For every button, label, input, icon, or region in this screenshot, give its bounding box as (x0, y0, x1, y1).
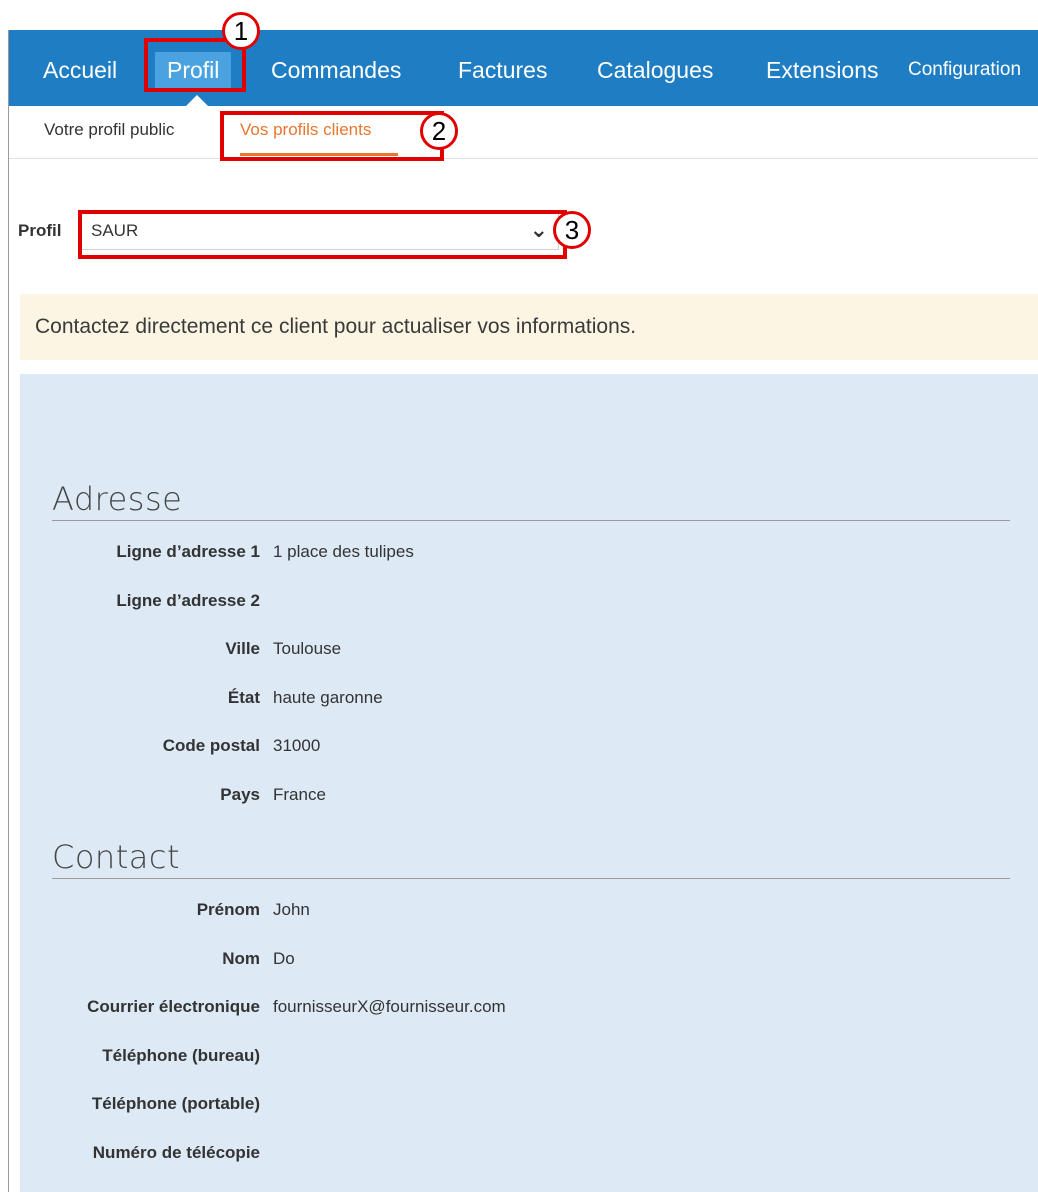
field-row: Nom Do (0, 949, 1018, 973)
field-row: Code postal 31000 (0, 736, 1018, 760)
field-value: France (273, 785, 326, 804)
field-label: Prénom (196, 900, 260, 919)
nav-tab-extensions[interactable]: Extensions (766, 30, 879, 106)
contact-section-divider (52, 878, 1010, 879)
field-row: Ligne d’adresse 1 1 place des tulipes (0, 542, 1018, 566)
field-label: Numéro de télécopie (92, 1143, 260, 1162)
field-label: Ligne d’adresse 2 (116, 590, 260, 610)
field-label: Téléphone (portable) (91, 1094, 260, 1114)
field-value: Toulouse (273, 639, 342, 659)
step-badge-3: 3 (553, 211, 591, 249)
highlight-profile-select (78, 210, 567, 259)
field-value: John (273, 900, 310, 919)
step-badge-1: 1 (222, 12, 260, 50)
field-row: Téléphone (portable) (0, 1094, 1018, 1118)
contact-section-title: Contact (52, 838, 180, 876)
field-label: Code postal (162, 736, 260, 756)
field-row: Courrier électronique fournisseurX@fourni… (0, 997, 1018, 1021)
profile-select-label: Profil (18, 221, 62, 240)
info-notice: Contactez directement ce client pour act… (20, 294, 1038, 360)
nav-tab-accueil[interactable]: Accueil (43, 30, 117, 106)
field-label: État (227, 687, 260, 707)
nav-tab-configuration[interactable]: Configuration (908, 30, 1021, 106)
field-label: Ville (225, 639, 260, 659)
field-value: 1 place des tulipes (273, 542, 414, 561)
field-value: haute garonne (273, 687, 383, 707)
step-badge-2: 2 (420, 112, 458, 150)
field-row: Ville Toulouse (0, 639, 1018, 663)
active-tab-caret (186, 95, 208, 106)
info-notice-text: Contactez directement ce client pour act… (35, 315, 637, 338)
field-label: Nom (222, 948, 260, 968)
field-row: Pays France (0, 785, 1018, 809)
field-row: Ligne d’adresse 2 (0, 591, 1018, 615)
address-section-title: Adresse (52, 480, 183, 518)
sub-nav: Votre profil public Vos profils clients (9, 106, 1038, 159)
address-section-divider (52, 520, 1010, 521)
nav-tab-factures[interactable]: Factures (458, 30, 547, 106)
nav-tab-catalogues[interactable]: Catalogues (597, 30, 713, 106)
field-row: État haute garonne (0, 688, 1018, 712)
field-label: Téléphone (bureau) (102, 1045, 260, 1065)
field-label: Courrier électronique (87, 997, 260, 1017)
field-label: Pays (220, 785, 260, 804)
highlight-client-profiles-tab (220, 111, 444, 161)
nav-tab-commandes[interactable]: Commandes (271, 30, 401, 106)
field-label: Ligne d’adresse 1 (116, 542, 260, 561)
field-row: Téléphone (bureau) (0, 1046, 1018, 1070)
field-value: Do (273, 948, 295, 968)
field-value: 31000 (273, 736, 321, 756)
field-row: Prénom John (0, 900, 1018, 924)
field-value: fournisseurX@fournisseur.com (273, 997, 506, 1017)
field-row: Numéro de télécopie (0, 1143, 1018, 1167)
subnav-public-profile[interactable]: Votre profil public (44, 120, 174, 140)
